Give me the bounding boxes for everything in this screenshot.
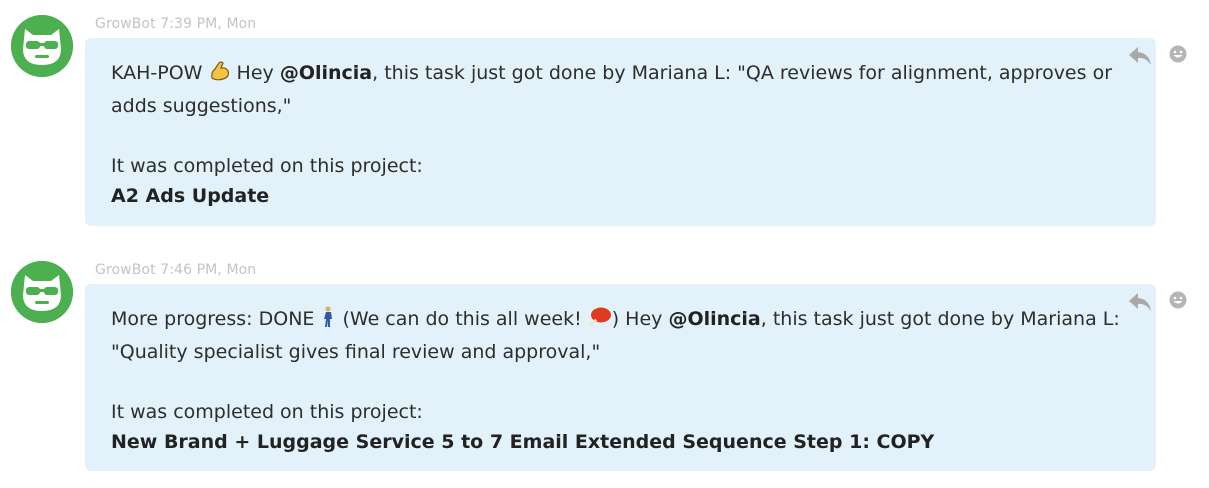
message-line: More progress: DONE (We can do this all … — [111, 304, 1130, 337]
completed-label: It was completed on this project: — [111, 401, 423, 423]
user-mention[interactable]: @Olincia — [280, 62, 372, 84]
emoji-reaction-icon[interactable] — [1169, 291, 1187, 309]
growbot-avatar-icon[interactable] — [11, 15, 73, 77]
project-name: A2 Ads Update — [111, 185, 270, 207]
reply-icon[interactable] — [1127, 45, 1153, 67]
meat-on-bone-emoji-icon — [588, 306, 612, 337]
completed-label: It was completed on this project: — [111, 155, 423, 177]
message-bubble: KAH-POW Hey @Olincia, this task just got… — [85, 38, 1156, 226]
message-text: More progress: DONE — [111, 308, 315, 330]
message-text: , this task just got done by Mariana L: — [760, 308, 1120, 330]
message-time: 7:46 PM, Mon — [160, 262, 257, 278]
growbot-avatar-icon[interactable] — [11, 261, 73, 323]
sender-name: GrowBot — [95, 262, 156, 278]
message-text: , this task just got done by Mariana L: … — [372, 62, 1112, 84]
message-line: adds suggestions," — [111, 95, 292, 117]
message-line: KAH-POW Hey @Olincia, this task just got… — [111, 58, 1130, 91]
flexed-biceps-emoji-icon — [209, 60, 231, 91]
project-name: New Brand + Luggage Service 5 to 7 Email… — [111, 431, 935, 453]
message-text: KAH-POW — [111, 62, 203, 84]
reply-icon[interactable] — [1127, 291, 1153, 313]
message-line: "Quality specialist gives final review a… — [111, 341, 601, 363]
message-meta: GrowBot 7:39 PM, Mon — [95, 16, 256, 32]
message-bubble: More progress: DONE (We can do this all … — [85, 284, 1156, 471]
message-text: Hey — [230, 62, 280, 84]
message-meta: GrowBot 7:46 PM, Mon — [95, 262, 256, 278]
sender-name: GrowBot — [95, 16, 156, 32]
message-text: (We can do this all week! — [336, 308, 588, 330]
message-time: 7:39 PM, Mon — [160, 16, 257, 32]
message-text: ) Hey — [611, 308, 669, 330]
user-mention[interactable]: @Olincia — [668, 308, 760, 330]
emoji-reaction-icon[interactable] — [1169, 45, 1187, 63]
person-walking-emoji-icon — [320, 306, 336, 337]
